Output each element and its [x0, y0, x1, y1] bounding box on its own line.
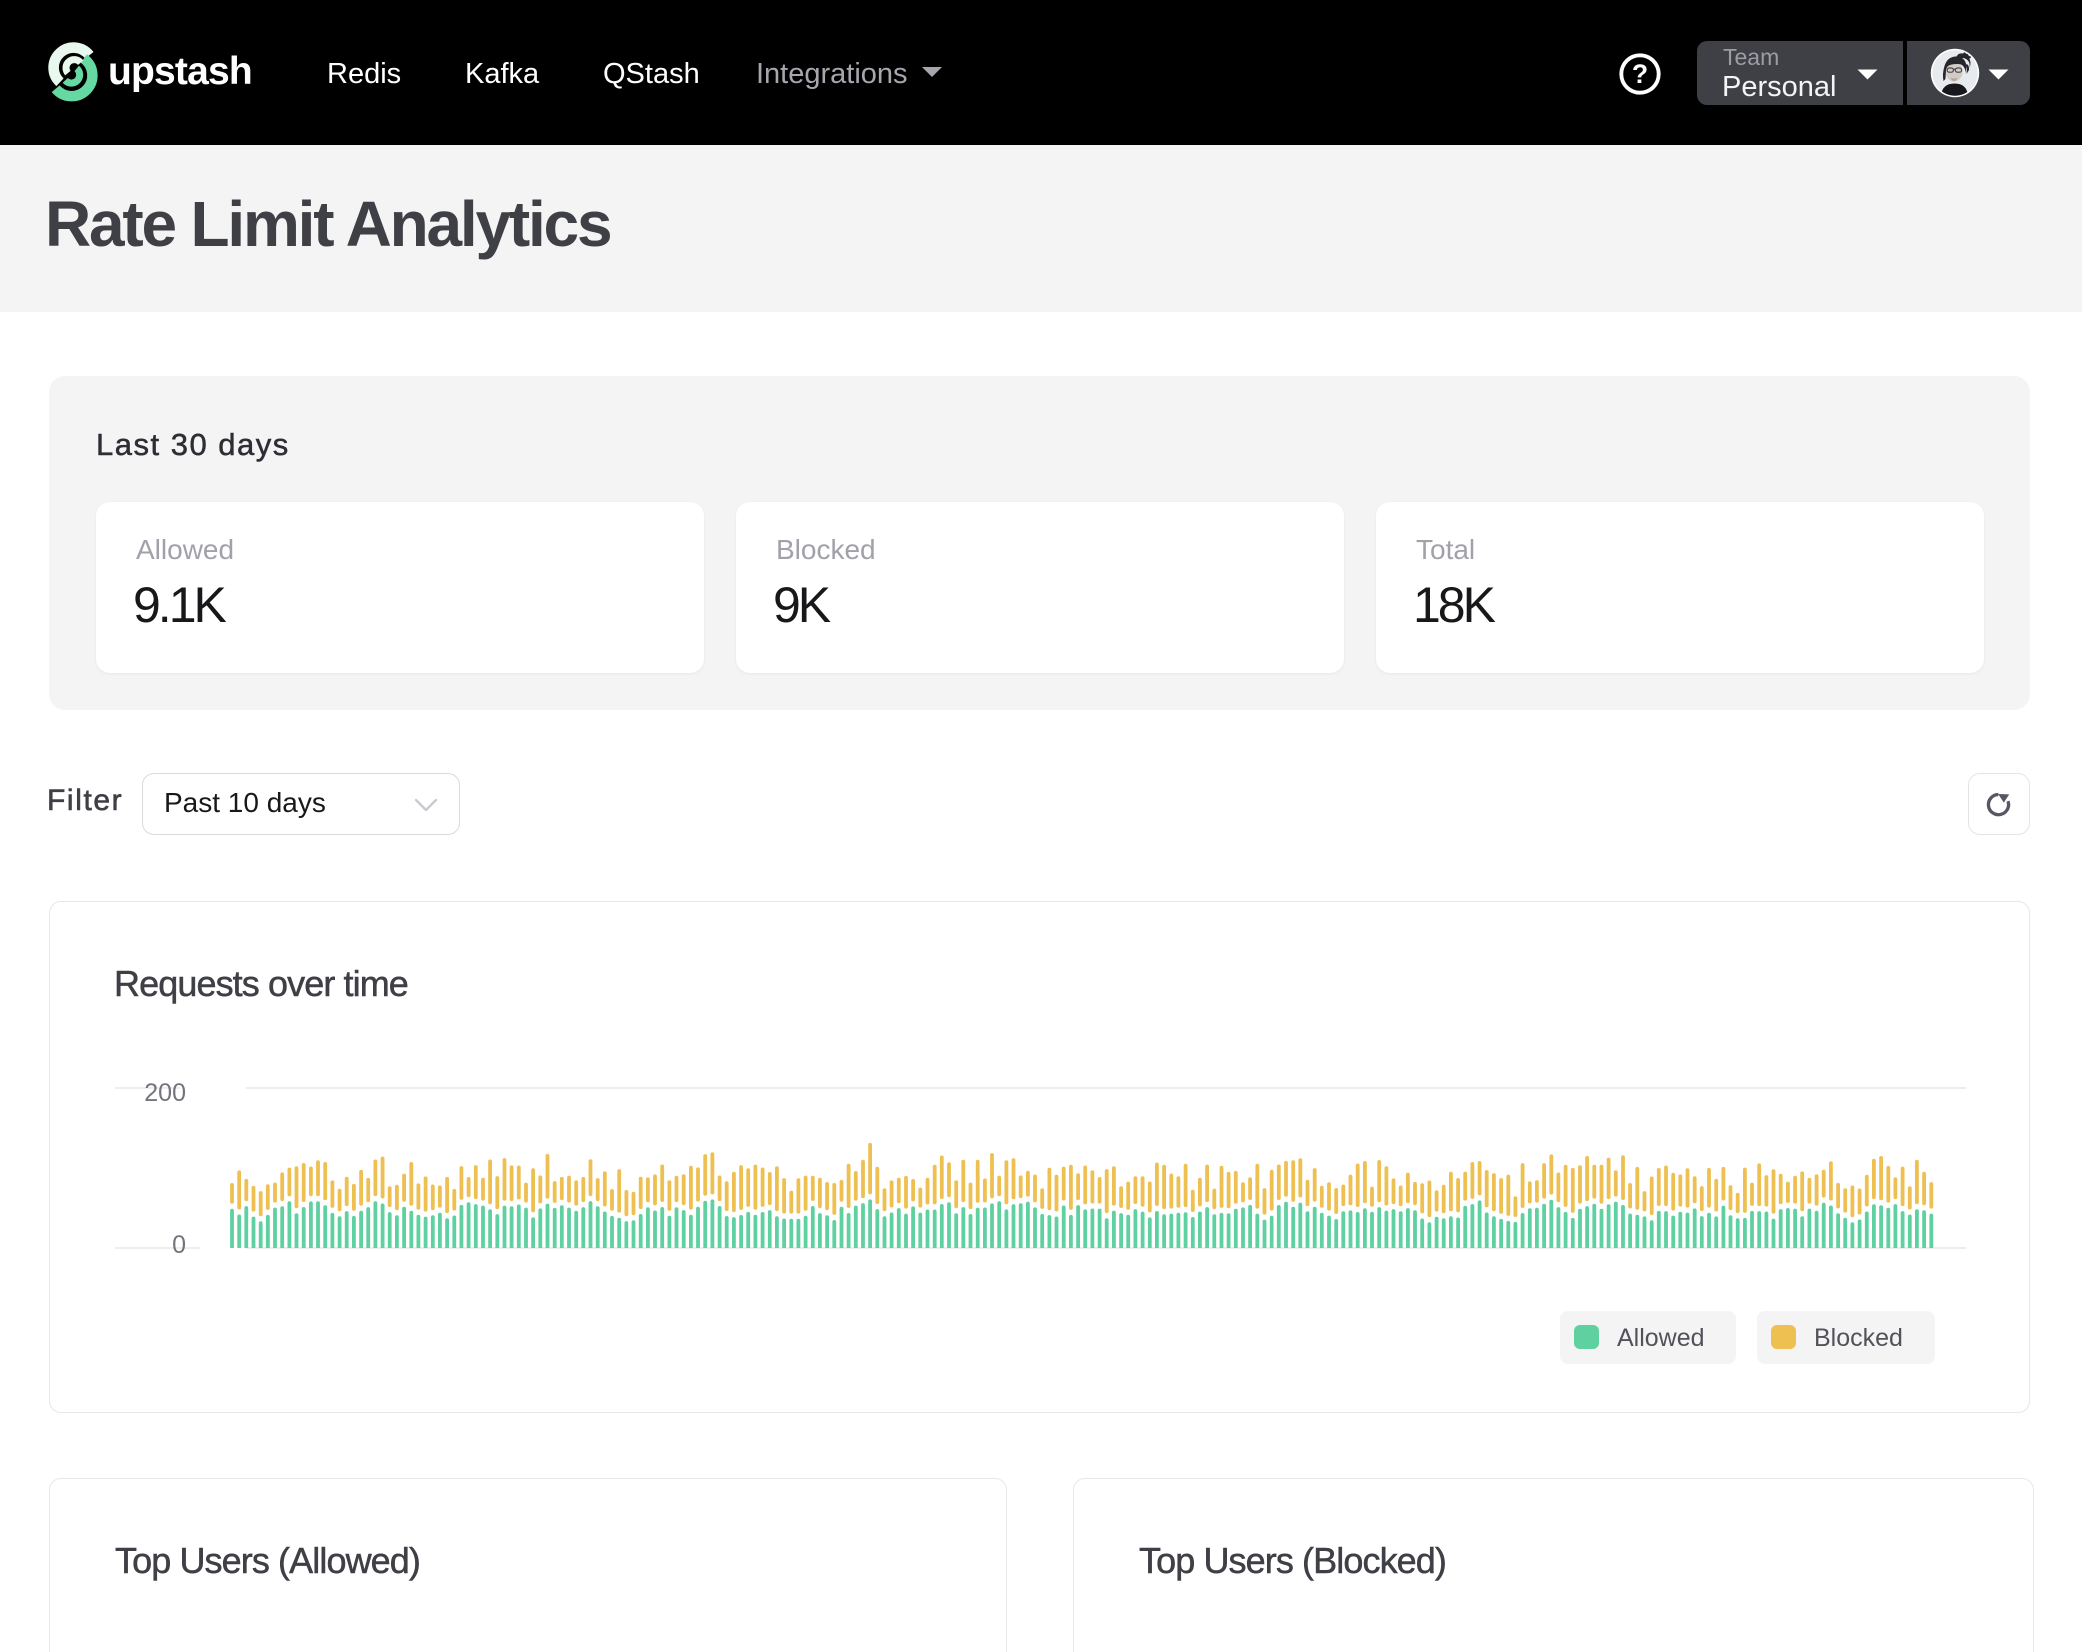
svg-text:200: 200 [144, 1079, 186, 1107]
svg-text:0: 0 [172, 1231, 186, 1259]
svg-text:?: ? [1632, 59, 1648, 89]
